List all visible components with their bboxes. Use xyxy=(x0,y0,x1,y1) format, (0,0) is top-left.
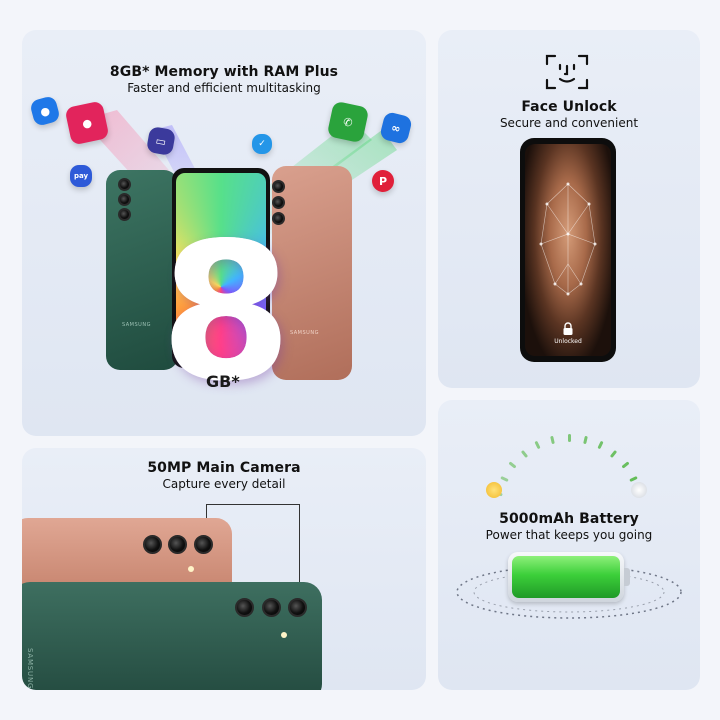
arc-dash xyxy=(499,475,509,482)
arc-dash xyxy=(534,440,541,450)
face-unlock-title: Face Unlock xyxy=(521,99,617,115)
app-icon-pink: ● xyxy=(64,100,110,146)
face-unlock-card: Face Unlock Secure and convenient Unlock… xyxy=(438,30,700,388)
camera-subtitle: Capture every detail xyxy=(162,477,286,491)
camera-lens xyxy=(143,535,162,554)
pointer-line xyxy=(299,504,300,594)
camera-lens xyxy=(235,598,254,617)
battery-title: 5000mAh Battery xyxy=(499,511,639,527)
camera-lens xyxy=(288,598,307,617)
camera-lens xyxy=(118,193,131,206)
battery-feature-card: 5000mAh Battery Power that keeps you goi… xyxy=(438,400,700,690)
app-icon-pay: pay xyxy=(70,165,92,187)
camera-lens xyxy=(168,535,187,554)
pointer-line xyxy=(206,504,300,505)
camera-lens xyxy=(118,178,131,191)
memory-feature-card: 8GB* Memory with RAM Plus Faster and eff… xyxy=(22,30,426,436)
camera-lens xyxy=(262,598,281,617)
battery-icon xyxy=(508,552,624,602)
face-phone: Unlocked xyxy=(520,138,616,362)
lock-icon xyxy=(563,322,573,335)
sun-dot-yellow xyxy=(486,482,502,498)
app-icon-twitter: ✓ xyxy=(252,134,272,154)
green-phone xyxy=(22,582,322,690)
camera-lens xyxy=(272,180,285,193)
battery-subtitle: Power that keeps you going xyxy=(485,528,653,542)
battery-fill xyxy=(512,556,620,598)
app-icon-pinterest: P xyxy=(372,170,394,192)
camera-flash xyxy=(188,566,194,572)
camera-lens xyxy=(118,208,131,221)
arc-dash xyxy=(629,475,639,482)
face-unlock-subtitle: Secure and convenient xyxy=(499,116,639,130)
arc-dash xyxy=(520,449,528,458)
sun-dot-grey xyxy=(631,482,647,498)
arc-dash xyxy=(610,449,618,458)
arc-dash xyxy=(621,461,630,469)
camera-feature-card: 50MP Main Camera Capture every detail SA… xyxy=(22,448,426,690)
arc-dash xyxy=(550,435,556,445)
camera-title: 50MP Main Camera xyxy=(147,460,301,476)
camera-lens xyxy=(194,535,213,554)
arc-dash xyxy=(508,461,517,469)
battery-terminal xyxy=(624,568,630,586)
brand-label: SAMSUNG xyxy=(290,330,319,336)
arc-dash xyxy=(597,440,604,450)
camera-flash xyxy=(281,632,287,638)
gb-label: GB* xyxy=(206,372,240,391)
arc-dash xyxy=(567,434,571,442)
brand-label: SAMSUNG xyxy=(26,648,34,690)
face-phone-screen: Unlocked xyxy=(525,144,611,356)
face-scan-icon xyxy=(545,54,589,90)
charge-arc xyxy=(438,400,700,520)
unlocked-label: Unlocked xyxy=(554,338,582,345)
arc-dash xyxy=(582,435,588,445)
brand-label: SAMSUNG xyxy=(122,322,151,328)
